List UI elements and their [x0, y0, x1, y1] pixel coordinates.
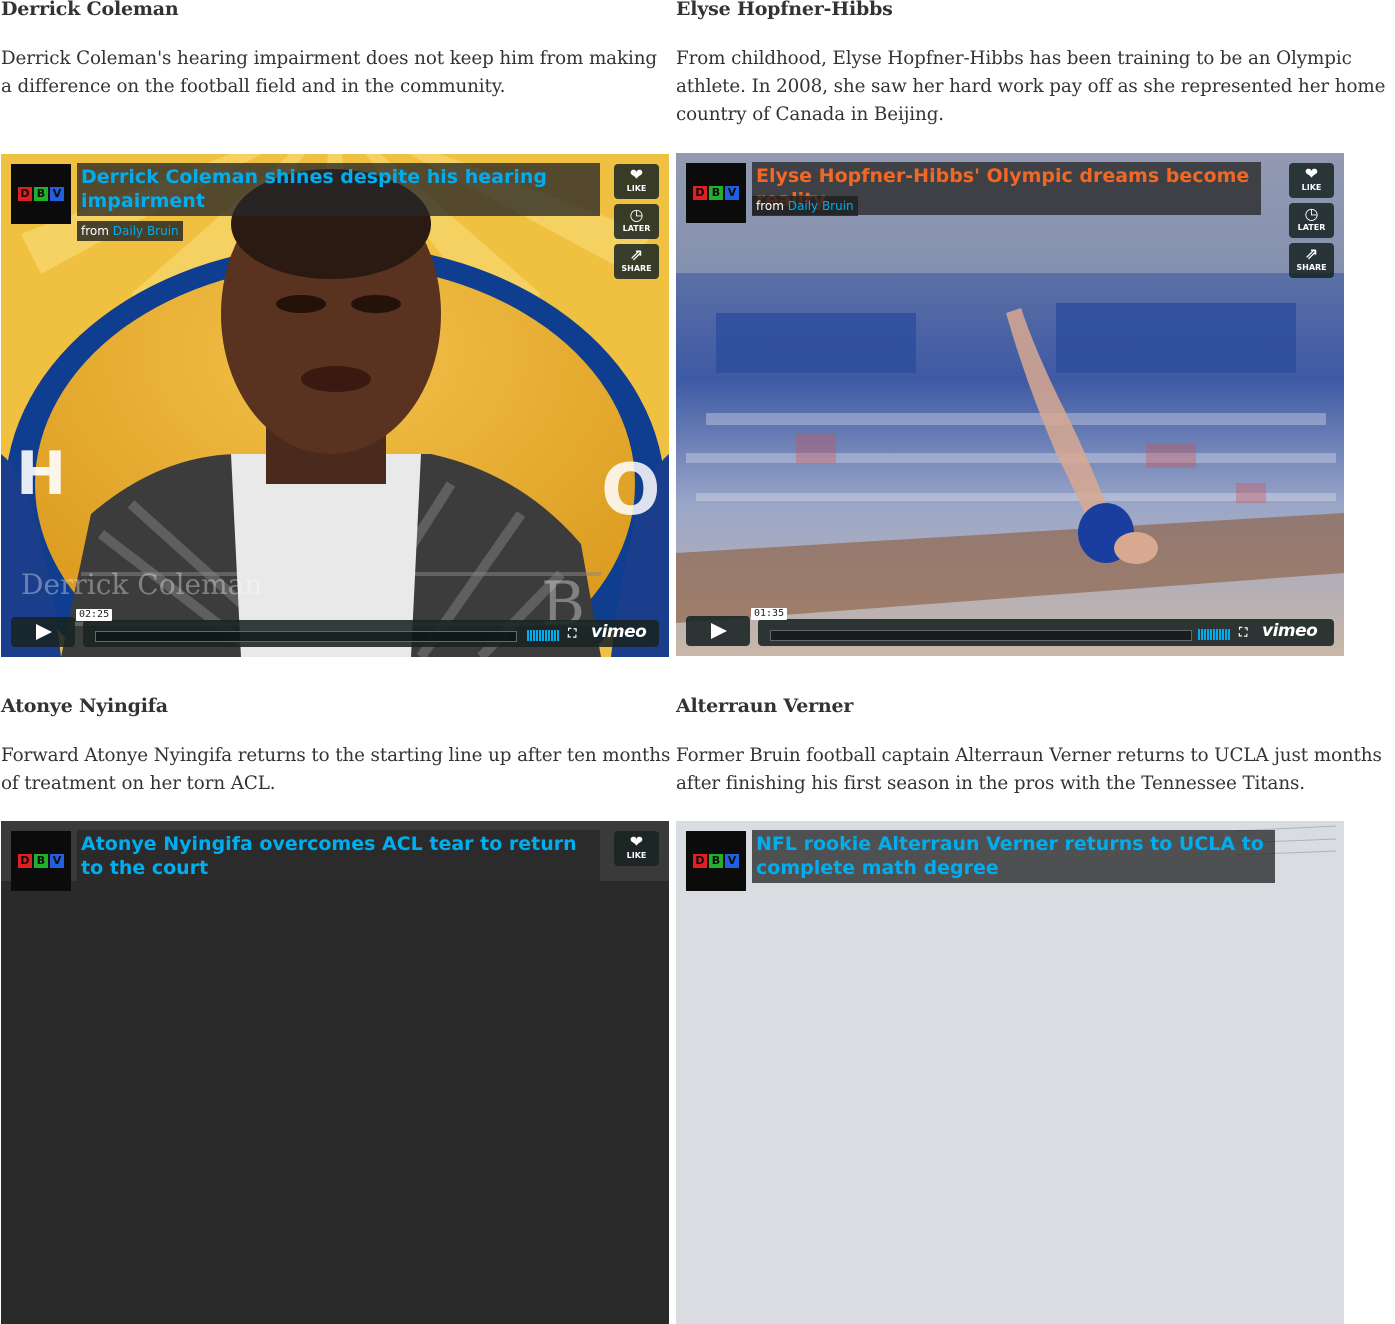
story-description: Forward Atonye Nyingifa returns to the s… [1, 745, 671, 794]
story-name: Derrick Coleman [1, 0, 179, 20]
volume-icon[interactable] [1198, 629, 1231, 640]
video-thumbnail [1, 821, 669, 1324]
watch-later-button[interactable]: ◷ LATER [614, 204, 659, 239]
logo-letter-v: V [725, 854, 739, 868]
heart-icon: ❤ [629, 165, 644, 184]
later-label: LATER [1297, 223, 1326, 232]
story-name: Atonye Nyingifa [1, 695, 168, 717]
logo-letter-d: D [18, 187, 32, 201]
duration-label: 02:25 [76, 609, 113, 621]
share-button[interactable]: ⇗ SHARE [614, 244, 659, 279]
share-icon: ⇗ [1304, 244, 1319, 263]
play-icon [36, 624, 52, 640]
logo-letter-d: D [693, 854, 707, 868]
share-label: SHARE [1296, 263, 1327, 272]
fullscreen-icon[interactable]: ⛶ [568, 626, 576, 641]
video-title-box[interactable]: NFL rookie Alterraun Verner returns to U… [752, 830, 1275, 883]
logo-letter-d: D [18, 854, 32, 868]
svg-text:H: H [16, 439, 66, 509]
vimeo-logo[interactable]: vimeo [591, 622, 647, 642]
play-button[interactable] [11, 617, 75, 647]
player-controls: 02:25 ⛶ vimeo [11, 609, 659, 647]
control-bar: 02:25 ⛶ vimeo [76, 609, 659, 647]
dbv-logo[interactable]: D B V [686, 831, 746, 891]
heart-icon: ❤ [629, 832, 644, 851]
clock-icon: ◷ [1304, 204, 1319, 223]
video-player-derrick-coleman[interactable]: H O Derrick Coleman B D B V Derrick Cole… [1, 154, 669, 657]
video-thumbnail [676, 153, 1344, 656]
from-link[interactable]: Daily Bruin [113, 224, 179, 238]
dbv-logo[interactable]: D B V [686, 163, 746, 223]
video-title[interactable]: Atonye Nyingifa overcomes ACL tear to re… [81, 833, 577, 879]
logo-letter-b: B [34, 187, 48, 201]
story-derrick-coleman: Derrick Coleman Derrick Coleman's hearin… [1, 0, 671, 101]
story-elyse-hopfner-hibbs: Elyse Hopfner-Hibbs From childhood, Elys… [676, 0, 1392, 129]
logo-letter-b: B [709, 186, 723, 200]
video-thumbnail [676, 821, 1344, 1324]
video-player-alterraun-verner[interactable]: D B V NFL rookie Alterraun Verner return… [676, 821, 1344, 1324]
play-icon [711, 623, 727, 639]
like-button[interactable]: ❤ LIKE [1289, 163, 1334, 198]
like-button[interactable]: ❤ LIKE [614, 831, 659, 866]
dbv-logo[interactable]: D B V [11, 831, 71, 891]
share-icon: ⇗ [629, 245, 644, 264]
story-description: Former Bruin football captain Alterraun … [676, 745, 1382, 794]
logo-letter-v: V [725, 186, 739, 200]
video-title[interactable]: Derrick Coleman shines despite his heari… [81, 166, 547, 212]
logo-letter-v: V [50, 187, 64, 201]
player-controls: 01:35 ⛶ vimeo [686, 608, 1334, 646]
vimeo-logo[interactable]: vimeo [1262, 621, 1318, 641]
share-button[interactable]: ⇗ SHARE [1289, 243, 1334, 278]
video-title-box[interactable]: Atonye Nyingifa overcomes ACL tear to re… [77, 830, 600, 883]
story-description: From childhood, Elyse Hopfner-Hibbs has … [676, 48, 1386, 125]
video-title[interactable]: NFL rookie Alterraun Verner returns to U… [756, 833, 1264, 879]
progress-track[interactable] [95, 631, 517, 642]
svg-text:O: O [601, 449, 661, 531]
watch-later-button[interactable]: ◷ LATER [1289, 203, 1334, 238]
video-title-box[interactable]: Derrick Coleman shines despite his heari… [77, 163, 600, 216]
progress-track[interactable] [770, 630, 1192, 641]
logo-letter-b: B [709, 854, 723, 868]
story-name: Alterraun Verner [676, 695, 854, 717]
story-description: Derrick Coleman's hearing impairment doe… [1, 48, 657, 97]
logo-letter-d: D [693, 186, 707, 200]
video-player-elyse-hopfner-hibbs[interactable]: D B V Elyse Hopfner-Hibbs' Olympic dream… [676, 153, 1344, 656]
story-atonye-nyingifa: Atonye Nyingifa Forward Atonye Nyingifa … [1, 695, 671, 798]
story-alterraun-verner: Alterraun Verner Former Bruin football c… [676, 695, 1392, 798]
like-label: LIKE [626, 184, 647, 193]
duration-label: 01:35 [751, 608, 788, 620]
like-label: LIKE [626, 851, 647, 860]
svg-text:Derrick Coleman: Derrick Coleman [21, 568, 262, 601]
from-label: from [756, 199, 784, 213]
video-player-atonye-nyingifa[interactable]: D B V Atonye Nyingifa overcomes ACL tear… [1, 821, 669, 1324]
volume-icon[interactable] [527, 630, 560, 641]
logo-letter-v: V [50, 854, 64, 868]
fullscreen-icon[interactable]: ⛶ [1239, 625, 1247, 640]
story-name: Elyse Hopfner-Hibbs [676, 0, 893, 20]
share-label: SHARE [621, 264, 652, 273]
from-link[interactable]: Daily Bruin [788, 199, 854, 213]
logo-letter-b: B [34, 854, 48, 868]
heart-icon: ❤ [1304, 164, 1319, 183]
video-byline: from Daily Bruin [752, 196, 858, 216]
from-label: from [81, 224, 109, 238]
dbv-logo[interactable]: D B V [11, 164, 71, 224]
like-label: LIKE [1301, 183, 1322, 192]
clock-icon: ◷ [629, 205, 644, 224]
control-bar: 01:35 ⛶ vimeo [751, 608, 1334, 646]
later-label: LATER [622, 224, 651, 233]
video-byline: from Daily Bruin [77, 221, 183, 241]
like-button[interactable]: ❤ LIKE [614, 164, 659, 199]
play-button[interactable] [686, 616, 750, 646]
